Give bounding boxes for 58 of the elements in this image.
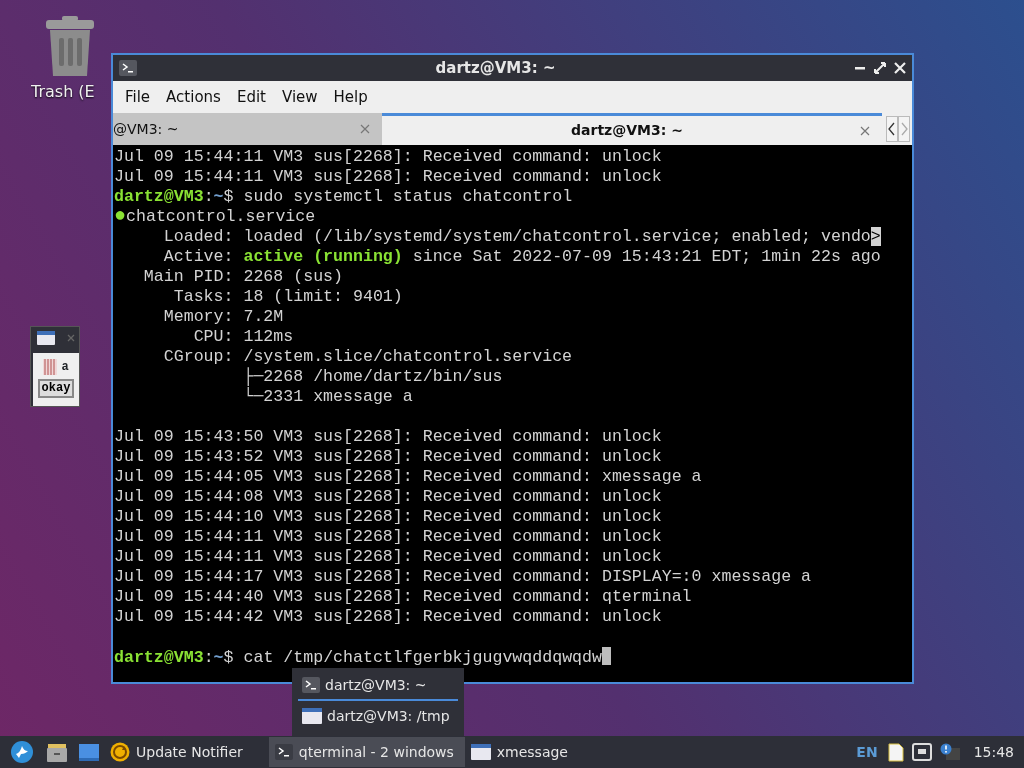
terminal-line: Jul 09 15:44:11 VM3 sus[2268]: Received command: unlock <box>114 167 663 187</box>
window-icon <box>470 744 491 760</box>
terminal-line: Jul 09 15:44:08 VM3 sus[2268]: Received command: unlock <box>114 487 663 507</box>
start-menu-icon[interactable] <box>10 740 34 764</box>
terminal-line: Tasks: 18 (limit: 9401) <box>172 287 404 307</box>
taskbar-button[interactable]: qterminal - 2 windows <box>268 737 465 767</box>
terminal-line: CGroup: /system.slice/chatcontrol.service <box>162 347 574 367</box>
taskbar-button[interactable]: xmessage <box>464 737 574 767</box>
chevron-left-icon[interactable] <box>888 122 896 136</box>
menu-item[interactable]: File <box>117 85 159 109</box>
menu-item[interactable]: Edit <box>228 85 274 109</box>
terminal-line: Loaded: loaded (/lib/systemd/system/chatcontrol.service; enabled; vendo> <box>162 227 882 247</box>
terminal-line: Jul 09 15:44:11 VM3 sus[2268]: Received command: unlock <box>114 147 663 167</box>
terminal-line: Jul 09 15:44:05 VM3 sus[2268]: Received command: xmessage a <box>114 467 703 487</box>
terminal-line: dartz@VM3:~$ sudo systemctl status chatcontrol <box>114 187 574 207</box>
clipboard-icon[interactable] <box>885 742 904 762</box>
terminal-icon <box>302 677 320 693</box>
terminal-line: Jul 09 15:43:50 VM3 sus[2268]: Received command: unlock <box>114 427 663 447</box>
desktop-icon[interactable] <box>78 741 100 763</box>
terminal-line: ├─2268 /home/dartz/bin/sus <box>242 367 504 387</box>
menu-item[interactable]: Help <box>325 85 376 109</box>
taskbar-button[interactable]: Update Notifier <box>104 737 249 767</box>
terminal-line: Main PID: 2268 (sus) <box>142 267 345 287</box>
terminal-line: Jul 09 15:44:42 VM3 sus[2268]: Received command: unlock <box>114 607 663 627</box>
terminal-icon <box>274 744 293 760</box>
terminal-line: Jul 09 15:43:52 VM3 sus[2268]: Received command: unlock <box>114 447 663 467</box>
terminal-line: Memory: 7.2M <box>162 307 285 327</box>
terminal-line: Jul 09 15:44:40 VM3 sus[2268]: Received command: qterminal <box>114 587 693 607</box>
menu-item[interactable]: dartz@VM3: /tmp <box>298 701 458 731</box>
terminal-line: Jul 09 15:44:11 VM3 sus[2268]: Received command: unlock <box>114 547 663 567</box>
icon-label: Trash (E <box>31 81 95 103</box>
striped-icon <box>43 359 58 375</box>
menu-item[interactable]: Actions <box>158 85 229 109</box>
notification-icon[interactable] <box>939 743 960 761</box>
terminal-line: Jul 09 15:44:11 VM3 sus[2268]: Received command: unlock <box>114 527 663 547</box>
network-icon[interactable] <box>911 743 932 761</box>
terminal-line: └─2331 xmessage a <box>242 387 414 407</box>
terminal-line: Jul 09 15:44:10 VM3 sus[2268]: Received command: unlock <box>114 507 663 527</box>
menu-item[interactable]: View <box>273 85 326 109</box>
terminal-line: CPU: 112ms <box>192 327 295 347</box>
terminal-line: ●chatcontrol.service <box>114 207 317 227</box>
window-title: dartz@VM3: ~ <box>434 57 557 79</box>
maximize-icon[interactable] <box>874 62 886 74</box>
clock: 15:48 <box>972 742 1015 762</box>
menu-item[interactable]: dartz@VM3: ~ <box>298 671 458 701</box>
file-manager-icon[interactable] <box>46 741 68 763</box>
message-text: a <box>61 360 69 374</box>
terminal-line: dartz@VM3:~$ cat /tmp/chatctlfgerbkjgugvwqddqwqdw <box>114 647 912 667</box>
refresh-icon <box>110 742 130 762</box>
trash-icon[interactable] <box>44 16 96 76</box>
okay-button[interactable]: okay <box>37 379 75 398</box>
terminal-line: Jul 09 15:44:17 VM3 sus[2268]: Received command: DISPLAY=:0 xmessage a <box>114 567 813 587</box>
tab[interactable]: @VM3: ~ <box>113 113 382 145</box>
keyboard-layout[interactable]: EN <box>856 741 878 763</box>
window-icon <box>37 331 55 345</box>
window-icon <box>302 708 322 724</box>
terminal-line: Active: active (running) since Sat 2022-07-09 15:43:21 EDT; 1min 22s ago <box>162 247 882 267</box>
terminal-icon <box>119 60 137 76</box>
